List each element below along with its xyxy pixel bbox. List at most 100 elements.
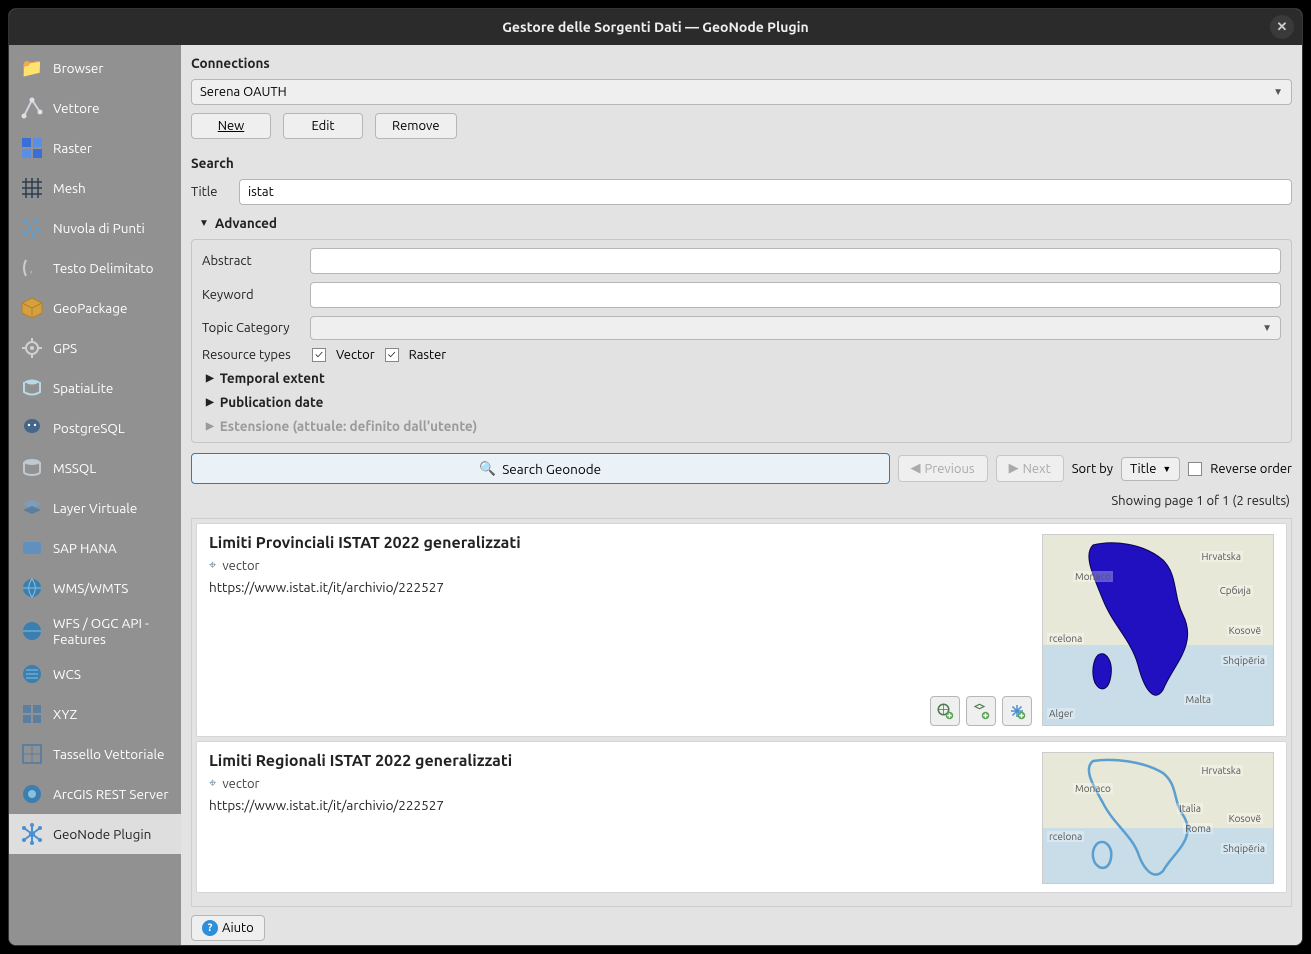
- xyz-icon: [19, 701, 45, 727]
- wms-icon: [19, 575, 45, 601]
- folder-icon: 📁: [19, 55, 45, 81]
- arrow-left-icon: ◀: [911, 461, 921, 476]
- card-body: Limiti Provinciali ISTAT 2022 generalizz…: [209, 534, 1030, 726]
- title-input[interactable]: [239, 179, 1292, 205]
- next-button[interactable]: ▶Next: [996, 455, 1064, 482]
- result-title: Limiti Provinciali ISTAT 2022 generalizz…: [209, 534, 1030, 552]
- triangle-right-icon: ▶: [206, 396, 214, 408]
- sidebar-item-wfs[interactable]: WFS / OGC API - Features: [9, 608, 181, 654]
- sidebar-item-browser[interactable]: 📁Browser: [9, 48, 181, 88]
- keyword-label: Keyword: [202, 288, 302, 302]
- layer-type-icon: ⌖: [209, 776, 216, 791]
- triangle-right-icon: ▶: [206, 372, 214, 384]
- result-link: https://www.istat.it/it/archivio/222527: [209, 579, 1030, 595]
- search-heading: Search: [191, 151, 1292, 175]
- pointcloud-icon: [19, 215, 45, 241]
- spatialite-icon: [19, 375, 45, 401]
- add-layer-button[interactable]: [1002, 696, 1032, 726]
- title-label: Title: [191, 185, 231, 199]
- topic-select[interactable]: ▼: [310, 316, 1281, 340]
- abstract-label: Abstract: [202, 254, 302, 268]
- remove-connection-button[interactable]: Remove: [375, 113, 457, 139]
- add-wfs-button[interactable]: [966, 696, 996, 726]
- arrow-right-icon: ▶: [1009, 461, 1019, 476]
- keyword-input[interactable]: [310, 282, 1281, 308]
- search-geonode-button[interactable]: 🔍 Search Geonode: [191, 453, 890, 484]
- sidebar-item-vectortile[interactable]: Tassello Vettoriale: [9, 734, 181, 774]
- sidebar-item-vector[interactable]: Vettore: [9, 88, 181, 128]
- content-area: 📁Browser Vettore Raster Mesh Nuvola di P…: [9, 45, 1302, 945]
- card-body: Limiti Regionali ISTAT 2022 generalizzat…: [209, 752, 1030, 882]
- result-type: ⌖ vector: [209, 776, 1030, 791]
- result-link: https://www.istat.it/it/archivio/222527: [209, 797, 1030, 813]
- sidebar-item-spatialite[interactable]: SpatiaLite: [9, 368, 181, 408]
- advanced-toggle[interactable]: ▼ Advanced: [199, 215, 1292, 231]
- sidebar-item-wcs[interactable]: WCS: [9, 654, 181, 694]
- close-button[interactable]: ✕: [1270, 15, 1294, 39]
- window-title: Gestore delle Sorgenti Dati — GeoNode Pl…: [502, 19, 809, 35]
- sidebar-item-delimited[interactable]: , Testo Delimitato: [9, 248, 181, 288]
- sort-select[interactable]: Title ▼: [1121, 457, 1180, 481]
- sidebar-item-postgresql[interactable]: PostgreSQL: [9, 408, 181, 448]
- sidebar-item-label: Testo Delimitato: [53, 260, 154, 276]
- search-icon: 🔍: [479, 460, 496, 477]
- new-connection-button[interactable]: New: [191, 113, 271, 139]
- chevron-down-icon: ▼: [1262, 322, 1272, 334]
- chevron-down-icon: ▼: [1273, 86, 1283, 98]
- sidebar-item-saphana[interactable]: SAP HANA: [9, 528, 181, 568]
- sidebar-item-label: WFS / OGC API - Features: [53, 615, 171, 647]
- sidebar-item-pointcloud[interactable]: Nuvola di Punti: [9, 208, 181, 248]
- result-thumbnail: Monaco rcelona Italia Roma Hrvatska Koso…: [1042, 752, 1274, 884]
- sidebar-item-label: WCS: [53, 666, 81, 682]
- vectortile-icon: [19, 741, 45, 767]
- edit-connection-button[interactable]: Edit: [283, 113, 363, 139]
- app-window: Gestore delle Sorgenti Dati — GeoNode Pl…: [8, 8, 1303, 946]
- title-bar: Gestore delle Sorgenti Dati — GeoNode Pl…: [9, 9, 1302, 45]
- reverse-order-checkbox[interactable]: [1188, 462, 1202, 476]
- sidebar-item-label: WMS/WMTS: [53, 580, 128, 596]
- result-type: ⌖ vector: [209, 558, 1030, 573]
- sidebar-item-mesh[interactable]: Mesh: [9, 168, 181, 208]
- sidebar-item-wms[interactable]: WMS/WMTS: [9, 568, 181, 608]
- wcs-icon: [19, 661, 45, 687]
- connections-heading: Connections: [191, 51, 1292, 75]
- sidebar-item-gps[interactable]: GPS: [9, 328, 181, 368]
- help-button[interactable]: ? Aiuto: [191, 915, 265, 941]
- sidebar-item-label: Mesh: [53, 180, 86, 196]
- result-thumbnail: Monaco rcelona Alger Malta Hrvatska Срби…: [1042, 534, 1274, 726]
- search-toolbar: 🔍 Search Geonode ◀Previous ▶Next Sort by…: [191, 453, 1292, 484]
- connection-select[interactable]: Serena OAUTH ▼: [191, 79, 1292, 105]
- sidebar-item-virtual[interactable]: Layer Virtuale: [9, 488, 181, 528]
- results-list: Limiti Provinciali ISTAT 2022 generalizz…: [191, 518, 1292, 907]
- sidebar-item-xyz[interactable]: XYZ: [9, 694, 181, 734]
- sidebar-item-arcgis[interactable]: ArcGIS REST Server: [9, 774, 181, 814]
- sidebar-item-label: XYZ: [53, 706, 77, 722]
- abstract-input[interactable]: [310, 248, 1281, 274]
- vector-icon: [19, 95, 45, 121]
- result-card[interactable]: Limiti Provinciali ISTAT 2022 generalizz…: [196, 523, 1287, 737]
- sidebar-item-label: PostgreSQL: [53, 420, 125, 436]
- vector-checkbox-label: Vector: [336, 348, 375, 362]
- previous-button[interactable]: ◀Previous: [898, 455, 988, 482]
- vector-checkbox[interactable]: ✓: [312, 348, 326, 362]
- sidebar-item-label: GPS: [53, 340, 77, 356]
- triangle-down-icon: ▼: [199, 217, 209, 229]
- connection-selected: Serena OAUTH: [200, 85, 287, 99]
- sidebar-item-raster[interactable]: Raster: [9, 128, 181, 168]
- publication-toggle[interactable]: ▶ Publication date: [206, 394, 1281, 410]
- card-actions: [930, 696, 1032, 726]
- delimited-icon: ,: [19, 255, 45, 281]
- sidebar-item-geonode[interactable]: GeoNode Plugin: [9, 814, 181, 854]
- sidebar-item-label: GeoPackage: [53, 300, 127, 316]
- add-wms-button[interactable]: [930, 696, 960, 726]
- results-status: Showing page 1 of 1 (2 results): [191, 488, 1292, 514]
- mssql-icon: [19, 455, 45, 481]
- raster-checkbox[interactable]: ✓: [385, 348, 399, 362]
- sidebar-item-label: ArcGIS REST Server: [53, 786, 168, 802]
- temporal-toggle[interactable]: ▶ Temporal extent: [206, 370, 1281, 386]
- result-card[interactable]: Limiti Regionali ISTAT 2022 generalizzat…: [196, 741, 1287, 893]
- topic-label: Topic Category: [202, 321, 302, 335]
- footer: ? Aiuto: [191, 911, 1292, 941]
- sidebar-item-geopackage[interactable]: GeoPackage: [9, 288, 181, 328]
- sidebar-item-mssql[interactable]: MSSQL: [9, 448, 181, 488]
